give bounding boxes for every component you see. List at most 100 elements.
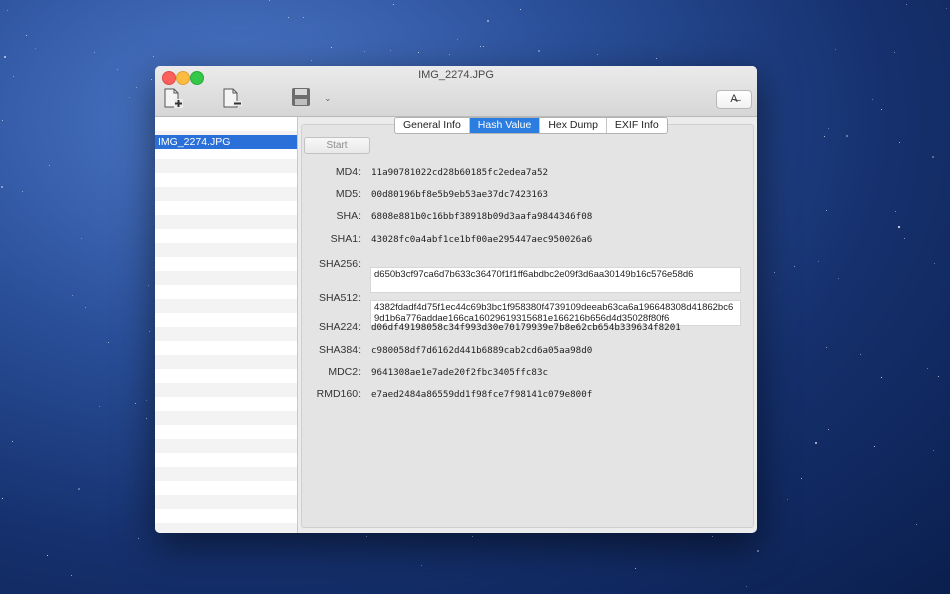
star <box>117 69 118 70</box>
star <box>757 550 759 552</box>
sha256-label: SHA256: <box>318 258 361 270</box>
star <box>846 135 848 137</box>
star <box>153 56 154 57</box>
star <box>656 58 657 59</box>
sha-label: SHA: <box>336 210 361 222</box>
tab-general-info[interactable]: General Info <box>395 118 470 133</box>
toolbar-right-button[interactable]: A̶ <box>716 90 752 109</box>
star <box>787 499 788 500</box>
app-window: IMG_2274.JPG ⌄ A̶ IMG_2274.JPG General I… <box>155 66 757 533</box>
tab-hex-dump[interactable]: Hex Dump <box>540 118 607 133</box>
star <box>746 586 747 587</box>
star <box>390 50 391 51</box>
md4-value[interactable]: 11a90781022cd28b60185fc2edea7a52 <box>371 167 548 178</box>
star <box>151 79 152 80</box>
star <box>146 400 147 401</box>
star <box>899 142 900 143</box>
star <box>47 555 48 556</box>
star <box>472 536 473 537</box>
star <box>7 10 8 11</box>
star <box>71 575 72 576</box>
star <box>78 488 80 490</box>
mdc2-value[interactable]: 9641308ae1e7ade20f2fbc3405ffc83c <box>371 367 548 378</box>
star <box>881 377 882 378</box>
star <box>906 4 907 5</box>
star <box>366 536 367 537</box>
star <box>916 524 917 525</box>
rmd160-value[interactable]: e7aed2484a86559dd1f98fce7f98141c079e800f <box>371 389 592 400</box>
star <box>794 266 795 267</box>
star <box>2 498 3 499</box>
mdc2-label: MDC2: <box>328 366 361 378</box>
star <box>85 307 86 308</box>
tab-hash-value[interactable]: Hash Value <box>469 118 541 133</box>
sha1-value[interactable]: 43028fc0a4abf1ce1bf00ae295447aec950026a6 <box>371 234 592 245</box>
star <box>146 418 147 419</box>
star <box>331 47 332 48</box>
star <box>824 136 825 137</box>
star <box>418 52 419 53</box>
star <box>135 403 136 404</box>
sha1-label: SHA1: <box>330 233 361 245</box>
sha384-value[interactable]: c980058df7d6162d441b6889cab2cd6a05aa98d0 <box>371 345 592 356</box>
file-list-item[interactable]: IMG_2274.JPG <box>155 135 297 149</box>
star <box>904 238 905 239</box>
tab-bar: General Info Hash Value Hex Dump EXIF In… <box>394 117 668 134</box>
star <box>597 54 598 55</box>
star <box>872 99 873 100</box>
save-options-chevron-icon[interactable]: ⌄ <box>324 93 332 104</box>
sha224-value[interactable]: d06df49198058c34f993d30e70179939e7b8e62c… <box>371 322 681 333</box>
star <box>932 156 934 158</box>
star <box>712 536 713 537</box>
star <box>487 20 489 22</box>
remove-file-button[interactable] <box>222 87 244 109</box>
star <box>12 441 13 442</box>
star <box>303 17 304 18</box>
star <box>838 278 839 279</box>
star <box>138 538 139 539</box>
star <box>1 186 3 188</box>
star <box>480 46 481 47</box>
star <box>635 568 636 569</box>
star <box>129 97 130 98</box>
add-file-icon <box>164 88 183 108</box>
start-button[interactable]: Start <box>304 137 370 154</box>
save-disk-icon <box>292 88 310 106</box>
star <box>288 17 289 18</box>
save-button[interactable] <box>291 87 313 109</box>
star <box>49 165 50 166</box>
star <box>874 446 875 447</box>
md4-label: MD4: <box>335 166 361 178</box>
star <box>828 429 829 430</box>
tab-exif-info[interactable]: EXIF Info <box>607 118 667 133</box>
star <box>99 406 100 407</box>
star <box>22 191 23 192</box>
star <box>269 0 270 1</box>
file-list: IMG_2274.JPG <box>155 117 298 533</box>
sha384-label: SHA384: <box>318 344 361 356</box>
star <box>108 342 109 343</box>
star <box>826 347 827 348</box>
star <box>72 295 73 296</box>
sha256-value[interactable]: d650b3cf97ca6d7b633c36470f1f1ff6abdbc2e0… <box>370 267 741 293</box>
title-bar: IMG_2274.JPG ⌄ A̶ <box>155 66 757 117</box>
sha-value[interactable]: 6808e881b0c16bbf38918b09d3aafa9844346f08 <box>371 211 592 222</box>
star <box>828 128 829 129</box>
star <box>421 565 422 566</box>
star <box>934 263 935 264</box>
star <box>894 52 895 53</box>
star <box>483 46 484 47</box>
star <box>148 285 149 286</box>
md5-label: MD5: <box>335 188 361 200</box>
star <box>26 35 27 36</box>
star <box>933 450 934 451</box>
star <box>364 51 365 52</box>
star <box>449 54 450 55</box>
add-file-button[interactable] <box>163 87 185 109</box>
md5-value[interactable]: 00d80196bf8e5b9eb53ae37dc7423163 <box>371 189 548 200</box>
sha512-label: SHA512: <box>318 292 361 304</box>
star <box>457 39 458 40</box>
star <box>520 9 521 10</box>
star <box>2 120 3 121</box>
star <box>81 238 82 239</box>
